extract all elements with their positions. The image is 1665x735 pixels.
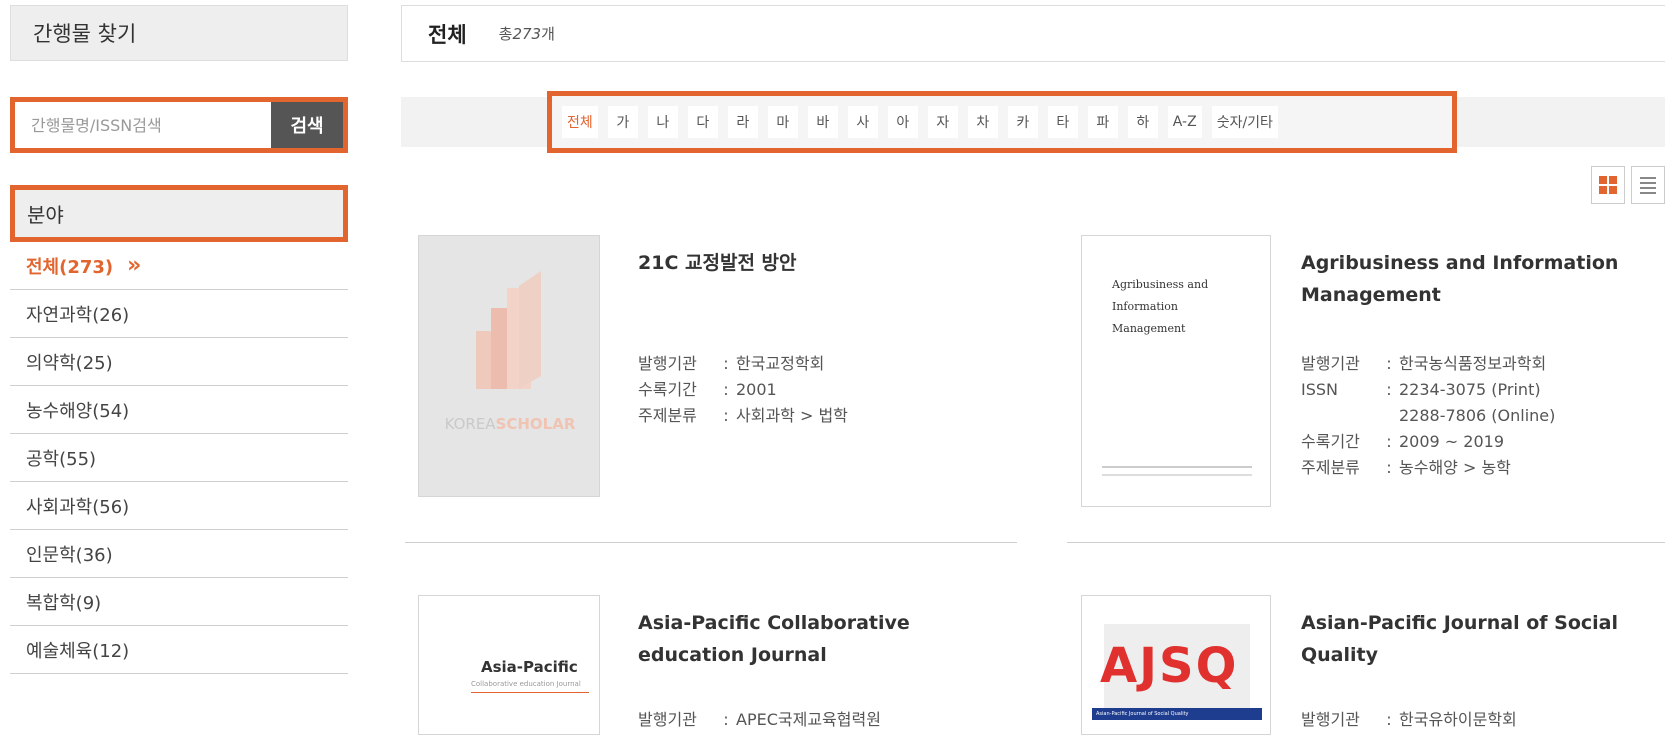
index-tab-pa[interactable]: 파 xyxy=(1087,106,1118,138)
cover-placeholder-text: KOREASCHOLAR xyxy=(445,415,576,433)
journal-meta: 발행기관: APEC국제교육협력원 xyxy=(638,710,881,729)
index-strip: 전체 가 나 다 라 마 바 사 아 자 차 카 타 파 하 A-Z 숫자/기타 xyxy=(401,91,1665,153)
index-tab-sa[interactable]: 사 xyxy=(847,106,878,138)
search-input[interactable] xyxy=(15,102,271,148)
index-tab-ga[interactable]: 가 xyxy=(607,106,638,138)
index-tab-ma[interactable]: 마 xyxy=(767,106,798,138)
field-item-all[interactable]: 전체(273) » xyxy=(10,242,348,290)
journal-cover[interactable]: Asia-Pacific Collaborative education Jou… xyxy=(418,595,600,735)
field-item-label: 전체(273) xyxy=(26,256,114,278)
journal-meta: 발행기관: 한국교정학회 수록기간:2001 주제분류: 사회과학 > 법학 xyxy=(638,354,848,425)
field-list: 전체(273) » 자연과학(26) 의약학(25) 농수해양(54) 공학(5… xyxy=(10,242,348,674)
index-tab-number-etc[interactable]: 숫자/기타 xyxy=(1211,106,1278,138)
cover-title-text: Agribusiness and Information Management xyxy=(1112,278,1209,335)
view-toggle xyxy=(1591,166,1665,204)
index-tab-az[interactable]: A-Z xyxy=(1167,106,1202,138)
index-tab-ra[interactable]: 라 xyxy=(727,106,758,138)
grid-view-button[interactable] xyxy=(1591,166,1625,204)
field-item-label: 복합학(9) xyxy=(26,592,102,614)
field-item-natural-science[interactable]: 자연과학(26) xyxy=(10,290,348,338)
field-item-label: 자연과학(26) xyxy=(26,304,130,326)
field-item-label: 공학(55) xyxy=(26,448,97,470)
field-item-arts-sports[interactable]: 예술체육(12) xyxy=(10,626,348,674)
field-item-label: 예술체육(12) xyxy=(26,640,130,662)
journal-title[interactable]: Asia-Pacific Collaborative education Jou… xyxy=(638,607,998,671)
journal-cover[interactable]: KOREASCHOLAR xyxy=(418,235,600,497)
index-tab-da[interactable]: 다 xyxy=(687,106,718,138)
card-divider xyxy=(405,542,1017,543)
index-tab-ta[interactable]: 타 xyxy=(1047,106,1078,138)
field-item-engineering[interactable]: 공학(55) xyxy=(10,434,348,482)
journal-meta: 발행기관: 한국유하이문학회 xyxy=(1301,710,1517,729)
index-tab-na[interactable]: 나 xyxy=(647,106,678,138)
journal-card[interactable]: Agribusiness and Information Management … xyxy=(1081,235,1665,515)
journal-card[interactable]: AJSQ Asian-Pacific Journal of Social Qua… xyxy=(1081,595,1665,735)
result-count: 총273개 xyxy=(498,25,555,43)
card-divider xyxy=(1067,542,1665,543)
index-tab-all[interactable]: 전체 xyxy=(562,106,598,138)
search-button[interactable]: 검색 xyxy=(271,102,343,148)
field-header: 분야 xyxy=(10,185,348,242)
index-tab-ha[interactable]: 하 xyxy=(1127,106,1158,138)
field-item-medicine[interactable]: 의약학(25) xyxy=(10,338,348,386)
journal-meta: 발행기관: 한국농식품정보과학회 ISSN:2234-3075 (Print) 2… xyxy=(1301,354,1556,477)
field-item-label: 의약학(25) xyxy=(26,352,113,374)
index-tab-ka[interactable]: 카 xyxy=(1007,106,1038,138)
journal-cover[interactable]: Agribusiness and Information Management xyxy=(1081,235,1271,507)
journal-card[interactable]: KOREASCHOLAR 21C 교정발전 방안 발행기관: 한국교정학회 수록기… xyxy=(418,235,1018,505)
journal-cover[interactable]: AJSQ Asian-Pacific Journal of Social Qua… xyxy=(1081,595,1271,735)
page-title: 전체 xyxy=(428,22,467,47)
main-content: 전체 총273개 전체 가 나 다 라 마 바 사 아 자 차 카 타 파 하 … xyxy=(401,5,1665,204)
journal-card[interactable]: Asia-Pacific Collaborative education Jou… xyxy=(418,595,1018,735)
index-tab-ba[interactable]: 바 xyxy=(807,106,838,138)
field-item-social-science[interactable]: 사회과학(56) xyxy=(10,482,348,530)
chevron-double-right-icon: » xyxy=(127,253,142,278)
journal-title[interactable]: Agribusiness and Information Management xyxy=(1301,247,1661,311)
field-item-humanities[interactable]: 인문학(36) xyxy=(10,530,348,578)
list-view-icon xyxy=(1640,176,1656,194)
index-tabs: 전체 가 나 다 라 마 바 사 아 자 차 카 타 파 하 A-Z 숫자/기타 xyxy=(547,91,1457,153)
field-item-interdisciplinary[interactable]: 복합학(9) xyxy=(10,578,348,626)
index-tab-cha[interactable]: 차 xyxy=(967,106,998,138)
cover-subtitle-text: Asian-Pacific Journal of Social Quality xyxy=(1092,708,1262,720)
journal-title[interactable]: Asian-Pacific Journal of Social Quality xyxy=(1301,607,1661,671)
sidebar: 간행물 찾기 검색 분야 전체(273) » 자연과학(26) 의약학(25) … xyxy=(10,5,348,674)
index-tab-ja[interactable]: 자 xyxy=(927,106,958,138)
journal-title[interactable]: 21C 교정발전 방안 xyxy=(638,247,998,279)
field-item-label: 농수해양(54) xyxy=(26,400,130,422)
cover-title-text: Asia-Pacific xyxy=(481,658,578,676)
grid-view-icon xyxy=(1599,176,1617,194)
list-view-button[interactable] xyxy=(1631,166,1665,204)
cover-subtitle-text: Collaborative education Journal xyxy=(471,680,581,688)
koreascholar-logo-icon: KOREASCHOLAR xyxy=(445,271,576,433)
index-tab-a[interactable]: 아 xyxy=(887,106,918,138)
sidebar-title: 간행물 찾기 xyxy=(10,5,348,61)
result-header: 전체 총273개 xyxy=(401,5,1665,62)
field-item-label: 사회과학(56) xyxy=(26,496,130,518)
cover-title-text: AJSQ xyxy=(1100,638,1239,694)
field-item-label: 인문학(36) xyxy=(26,544,113,566)
search-box: 검색 xyxy=(10,97,348,153)
field-item-agri-marine[interactable]: 농수해양(54) xyxy=(10,386,348,434)
